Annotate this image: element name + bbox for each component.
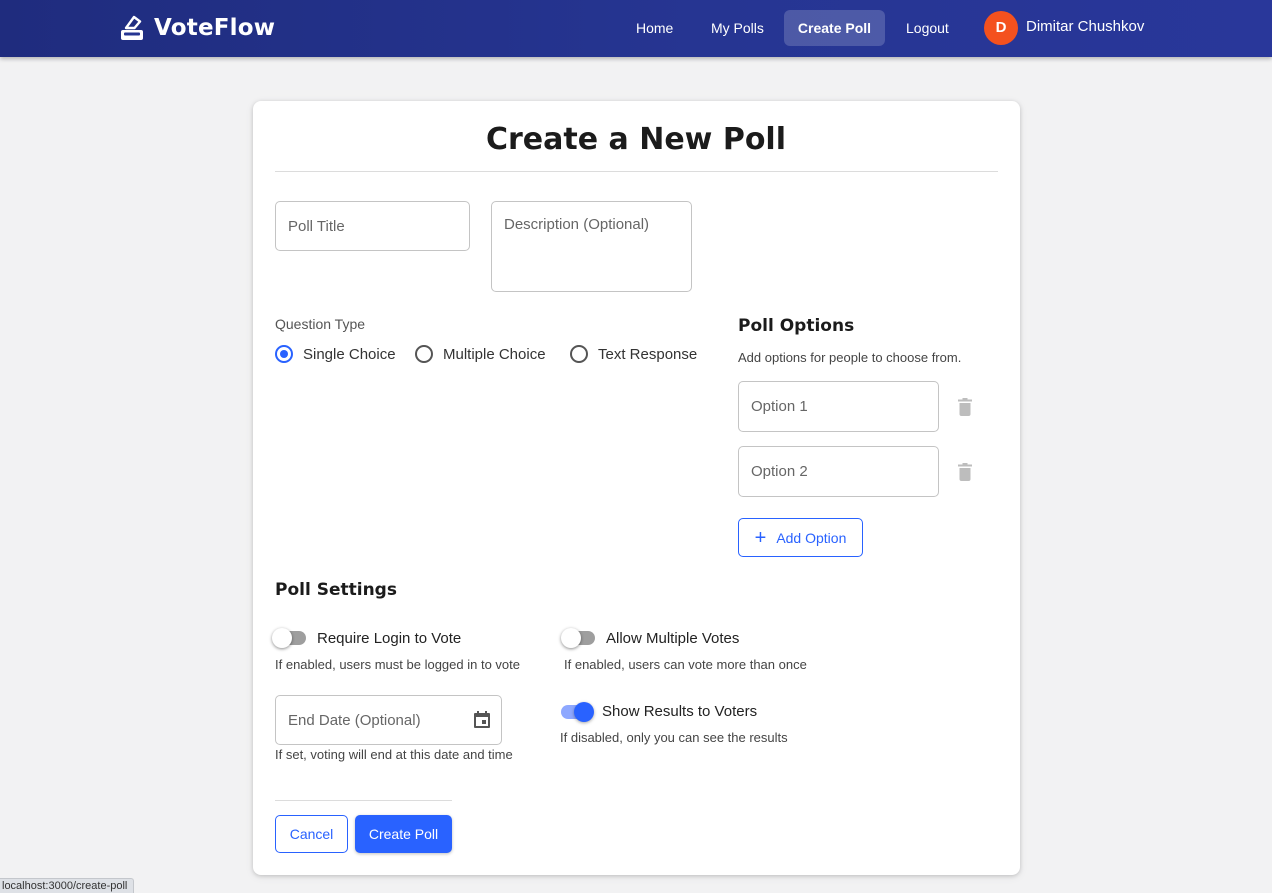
toggle-thumb [574,702,594,722]
show-results-help: If disabled, only you can see the result… [560,730,788,745]
toggle-thumb [561,628,581,648]
add-option-label: Add Option [776,529,847,546]
page-title: Create a New Poll [486,122,786,157]
add-option-button[interactable]: + Add Option [738,518,863,557]
toggle-thumb [272,628,292,648]
brand-logo[interactable]: VoteFlow [120,12,275,44]
option-1-input[interactable] [739,382,938,431]
calendar-icon[interactable] [473,711,491,729]
nav-create-poll[interactable]: Create Poll [784,10,885,46]
title-divider [275,171,998,172]
end-date-input[interactable] [276,696,456,744]
poll-title-field[interactable] [275,201,470,251]
ballot-box-icon [121,15,143,40]
radio-checked-icon[interactable] [275,345,293,363]
radio-unchecked-icon[interactable] [570,345,588,363]
description-field[interactable] [491,201,692,292]
end-date-field[interactable] [275,695,502,745]
radio-label: Multiple Choice [443,345,546,363]
avatar[interactable]: D [984,11,1018,45]
radio-multiple-choice[interactable]: Multiple Choice [415,343,546,365]
allow-multiple-votes-help: If enabled, users can vote more than onc… [564,657,807,672]
radio-unchecked-icon[interactable] [415,345,433,363]
poll-options-heading: Poll Options [738,316,855,336]
require-login-label: Require Login to Vote [317,630,462,647]
allow-multiple-votes-label: Allow Multiple Votes [606,630,740,647]
user-name[interactable]: Dimitar Chushkov [1026,10,1144,44]
poll-settings-heading: Poll Settings [275,580,397,600]
option-1-field[interactable] [738,381,939,432]
allow-multiple-votes-toggle[interactable] [561,628,597,648]
nav-my-polls[interactable]: My Polls [697,10,778,46]
radio-single-choice[interactable]: Single Choice [275,343,396,365]
poll-title-input[interactable] [276,202,469,250]
question-type-label: Question Type [275,316,366,332]
option-2-input[interactable] [739,447,938,496]
trash-icon[interactable] [958,398,972,416]
radio-label: Text Response [598,345,698,363]
radio-label: Single Choice [303,345,396,363]
description-input[interactable] [492,202,691,291]
brand-name: VoteFlow [154,15,276,41]
nav-home[interactable]: Home [622,10,687,46]
radio-text-response[interactable]: Text Response [570,343,697,365]
show-results-label: Show Results to Voters [602,703,758,720]
plus-icon: + [754,526,767,549]
require-login-help: If enabled, users must be logged in to v… [275,657,520,672]
top-navbar: VoteFlow Home My Polls Create Poll Logou… [0,0,1272,57]
poll-options-subtitle: Add options for people to choose from. [738,350,962,365]
show-results-toggle[interactable] [558,702,594,722]
browser-status-bar: localhost:3000/create-poll [0,878,135,893]
actions-divider [275,800,452,801]
nav-logout[interactable]: Logout [892,10,963,46]
option-2-field[interactable] [738,446,939,497]
cancel-button[interactable]: Cancel [275,815,348,853]
require-login-toggle[interactable] [272,628,308,648]
trash-icon[interactable] [958,463,972,481]
create-poll-button[interactable]: Create Poll [355,815,452,853]
end-date-help: If set, voting will end at this date and… [275,747,513,762]
